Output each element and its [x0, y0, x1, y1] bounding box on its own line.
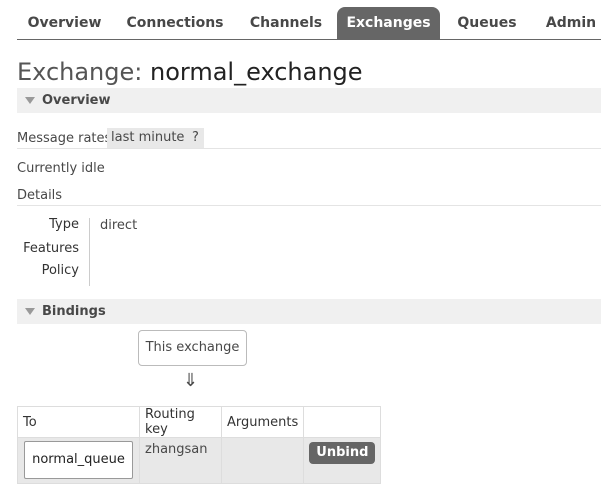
overview-heading: Overview [42, 93, 111, 108]
collapse-triangle-icon [25, 97, 35, 104]
tab-channels[interactable]: Channels [245, 7, 327, 39]
detail-label-policy: Policy [41, 263, 79, 278]
actions-cell: Unbind [303, 437, 382, 484]
details-separator [89, 218, 90, 286]
column-header-to: To [17, 406, 140, 438]
tab-admin[interactable]: Admin [541, 7, 601, 39]
main-nav: Overview Connections Channels Exchanges … [17, 7, 601, 40]
column-header-actions [303, 406, 382, 438]
detail-label-type: Type [49, 217, 79, 232]
table-row: normal_queue zhangsan Unbind [17, 437, 382, 484]
queue-link[interactable]: normal_queue [24, 441, 133, 479]
page-title: Exchange: normal_exchange [17, 58, 363, 86]
page-title-prefix: Exchange: [17, 58, 143, 86]
table-header-row: To Routing key Arguments [17, 406, 382, 438]
overview-section-header[interactable]: Overview [17, 88, 601, 113]
message-rates-label: Message rates [17, 131, 112, 146]
divider [17, 205, 601, 206]
help-button[interactable]: ? [187, 128, 204, 148]
collapse-triangle-icon [25, 308, 35, 315]
details-table: Type Features Policy direct [17, 216, 217, 288]
bindings-heading: Bindings [42, 304, 106, 319]
this-exchange-box: This exchange [138, 330, 247, 366]
bindings-section-header[interactable]: Bindings [17, 299, 601, 324]
detail-value-type: direct [100, 218, 138, 233]
column-header-arguments: Arguments [220, 406, 305, 438]
status-text: Currently idle [17, 161, 105, 176]
rates-period-selector[interactable]: last minute [107, 128, 189, 148]
tab-queues[interactable]: Queues [453, 7, 521, 39]
down-arrow-icon: ⇓ [183, 370, 199, 391]
binding-destination-cell: normal_queue [17, 437, 140, 484]
detail-label-features: Features [23, 241, 79, 256]
tab-connections[interactable]: Connections [121, 7, 229, 39]
tab-exchanges[interactable]: Exchanges [337, 7, 440, 39]
arguments-cell [220, 437, 305, 484]
routing-key-cell: zhangsan [139, 437, 222, 484]
tab-overview[interactable]: Overview [17, 7, 112, 39]
details-label: Details [17, 188, 63, 203]
unbind-button[interactable]: Unbind [309, 442, 376, 464]
bindings-table: To Routing key Arguments normal_queue zh… [17, 406, 382, 484]
exchange-name: normal_exchange [150, 58, 363, 86]
divider [17, 148, 601, 149]
column-header-routing-key: Routing key [139, 406, 222, 438]
